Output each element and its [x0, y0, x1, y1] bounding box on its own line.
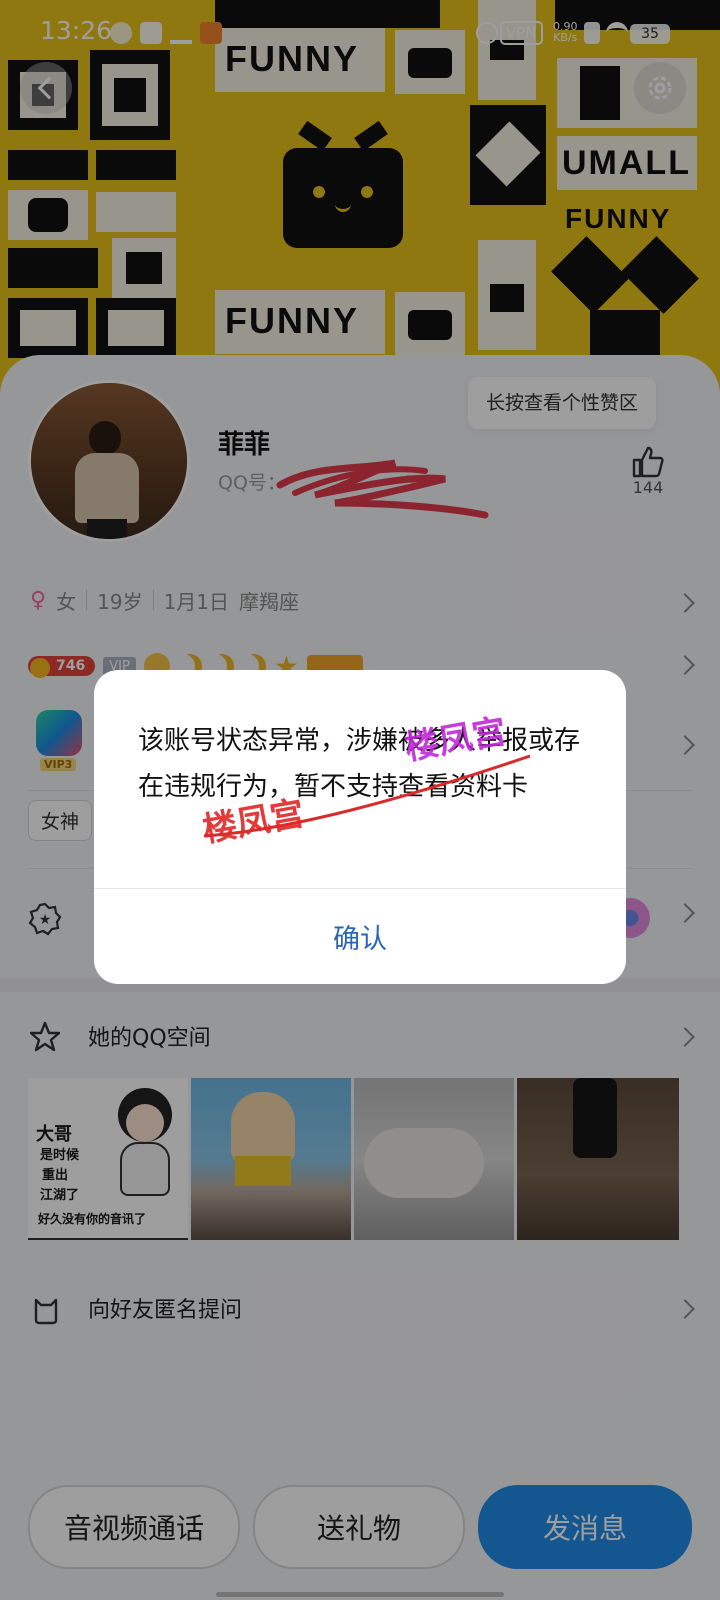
confirm-button[interactable]: 确认 [94, 889, 626, 984]
account-abnormal-dialog: 该账号状态异常，涉嫌被多人举报或存在违规行为，暂不支持查看资料卡 楼凤宫 楼凤宫… [94, 670, 626, 984]
watermark-underline [203, 754, 531, 838]
